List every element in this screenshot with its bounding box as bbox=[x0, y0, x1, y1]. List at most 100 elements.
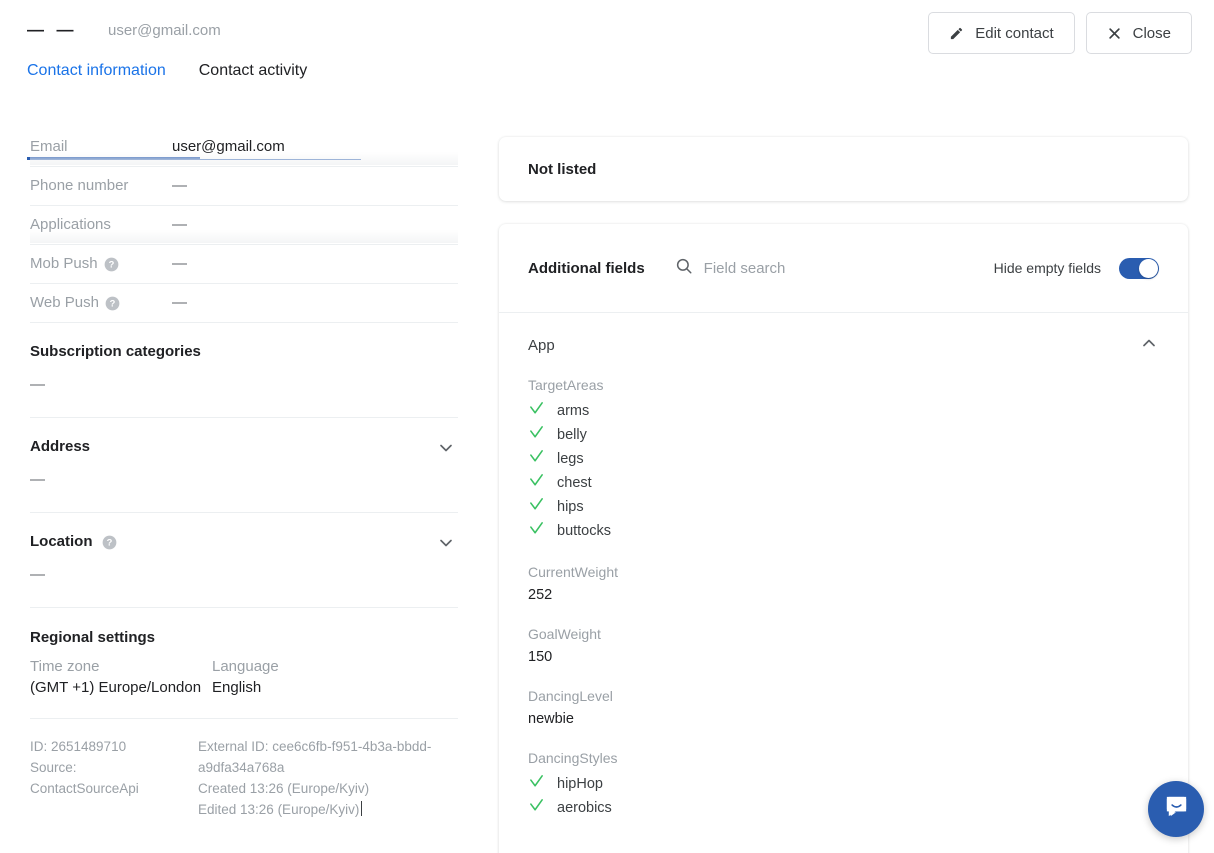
field-label-phone-number-text: Phone number bbox=[30, 177, 129, 194]
list-item-label: aerobics bbox=[557, 799, 612, 816]
hide-empty-fields-control: Hide empty fields bbox=[993, 257, 1159, 279]
field-value-phone-number: — bbox=[172, 177, 187, 194]
last-name-placeholder: — bbox=[56, 20, 74, 39]
section-title-location-text: Location bbox=[30, 533, 93, 550]
first-name-placeholder: — bbox=[27, 20, 45, 39]
section-value-address: — bbox=[30, 471, 45, 488]
list-item: legs bbox=[528, 448, 1159, 469]
help-icon[interactable]: ? bbox=[104, 257, 119, 272]
list-item: chest bbox=[528, 472, 1159, 493]
field-value-mob-push: — bbox=[172, 255, 187, 272]
language-value: English bbox=[212, 679, 262, 696]
additional-fields-header: Additional fields Field search Hide empt… bbox=[499, 224, 1188, 313]
chevron-down-icon[interactable] bbox=[436, 533, 456, 558]
additional-fields-card: Additional fields Field search Hide empt… bbox=[499, 224, 1188, 853]
attribute-value: 252 bbox=[528, 587, 553, 603]
section-subscription-categories: Subscription categories — bbox=[30, 323, 458, 418]
contact-fields-panel: Not listed Additional fields Field searc… bbox=[499, 137, 1188, 853]
attribute-key: TargetAreas bbox=[528, 377, 604, 393]
pencil-icon bbox=[949, 26, 964, 41]
list-item-label: chest bbox=[557, 474, 592, 491]
help-icon[interactable]: ? bbox=[105, 296, 120, 311]
field-value-email: user@gmail.com bbox=[172, 138, 285, 155]
attribute-value: newbie bbox=[528, 711, 574, 727]
list-item-label: hips bbox=[557, 498, 584, 515]
field-row-phone-number: Phone number — bbox=[30, 167, 458, 206]
field-label-mob-push-text: Mob Push bbox=[30, 255, 98, 272]
field-group-name: App bbox=[528, 336, 555, 354]
list-item: belly bbox=[528, 424, 1159, 445]
field-label-applications: Applications bbox=[30, 206, 172, 233]
list-item: buttocks bbox=[528, 520, 1159, 541]
tab-contact-information[interactable]: Contact information bbox=[27, 62, 166, 94]
svg-text:?: ? bbox=[110, 299, 116, 309]
section-regional-settings: Regional settings Time zone (GMT +1) Eur… bbox=[30, 608, 458, 719]
chevron-down-icon[interactable] bbox=[436, 438, 456, 463]
attribute-key: DancingStyles bbox=[528, 750, 618, 766]
list-item-label: arms bbox=[557, 402, 590, 419]
field-label-applications-text: Applications bbox=[30, 216, 111, 233]
attribute-key: DancingLevel bbox=[528, 688, 613, 704]
list-item: hips bbox=[528, 496, 1159, 517]
attribute-dancing-level: DancingLevel newbie bbox=[528, 688, 1159, 727]
check-icon bbox=[528, 520, 545, 541]
field-value-applications: — bbox=[172, 216, 187, 233]
list-item-label: buttocks bbox=[557, 522, 611, 539]
field-label-web-push-text: Web Push bbox=[30, 294, 99, 311]
not-listed-title: Not listed bbox=[528, 160, 597, 178]
chevron-up-icon[interactable] bbox=[1139, 333, 1159, 358]
check-icon bbox=[528, 400, 545, 421]
chat-bubble-icon bbox=[1163, 793, 1190, 825]
close-label: Close bbox=[1132, 24, 1171, 42]
field-label-email: Email bbox=[30, 128, 172, 155]
chat-launcher-button[interactable] bbox=[1148, 781, 1204, 837]
metadata-external-id: External ID: cee6c6fb-f951-4b3a-bbdd-a9d… bbox=[198, 739, 432, 775]
field-search-placeholder: Field search bbox=[703, 259, 786, 277]
section-location: Location ? — bbox=[30, 513, 458, 608]
attribute-value: 150 bbox=[528, 649, 553, 665]
list-item: hipHop bbox=[528, 773, 1159, 794]
field-row-web-push: Web Push ? — bbox=[30, 284, 458, 323]
section-title-subscription-categories: Subscription categories bbox=[30, 343, 201, 360]
check-icon bbox=[528, 424, 545, 445]
close-button[interactable]: Close bbox=[1085, 12, 1192, 54]
check-icon bbox=[528, 448, 545, 469]
contact-details-panel: Email user@gmail.com Phone number — Appl… bbox=[30, 128, 458, 821]
additional-fields-title: Additional fields bbox=[528, 259, 645, 277]
contact-metadata: ID: 2651489710 Source: ContactSourceApi … bbox=[30, 719, 458, 821]
language-label: Language bbox=[212, 658, 279, 675]
svg-text:?: ? bbox=[108, 260, 114, 270]
metadata-source-label: Source: bbox=[30, 759, 77, 775]
contact-email-subtitle: user@gmail.com bbox=[108, 21, 221, 39]
field-search[interactable]: Field search bbox=[675, 257, 786, 280]
field-group-header-app[interactable]: App bbox=[499, 313, 1188, 377]
attribute-dancing-styles: DancingStyles hipHop aerobics bbox=[528, 750, 1159, 818]
timezone-label: Time zone bbox=[30, 658, 100, 675]
help-icon[interactable]: ? bbox=[102, 535, 117, 550]
svg-text:?: ? bbox=[106, 538, 112, 548]
field-value-web-push: — bbox=[172, 294, 187, 311]
list-item: aerobics bbox=[528, 797, 1159, 818]
close-icon bbox=[1107, 26, 1122, 41]
hide-empty-fields-label: Hide empty fields bbox=[993, 260, 1101, 276]
list-item-label: hipHop bbox=[557, 775, 603, 792]
list-item-label: legs bbox=[557, 450, 584, 467]
toggle-knob bbox=[1139, 258, 1158, 278]
field-label-email-text: Email bbox=[30, 138, 68, 155]
section-title-location: Location ? bbox=[30, 533, 458, 550]
regional-settings-title: Regional settings bbox=[30, 629, 156, 646]
tab-contact-activity[interactable]: Contact activity bbox=[199, 62, 307, 94]
edit-contact-button[interactable]: Edit contact bbox=[928, 12, 1075, 54]
hide-empty-fields-toggle[interactable] bbox=[1119, 257, 1159, 279]
list-item: arms bbox=[528, 400, 1159, 421]
not-listed-card: Not listed bbox=[499, 137, 1188, 201]
metadata-edited: Edited 13:26 (Europe/Kyiv) bbox=[198, 800, 363, 821]
field-label-mob-push: Mob Push ? bbox=[30, 245, 172, 272]
list-item-label: belly bbox=[557, 426, 587, 443]
section-value-subscription-categories: — bbox=[30, 376, 45, 393]
section-title-address: Address bbox=[30, 438, 91, 455]
regional-language: Language English bbox=[212, 658, 394, 696]
check-icon bbox=[528, 797, 545, 818]
header-actions: Edit contact Close bbox=[928, 12, 1192, 54]
field-row-applications: Applications — bbox=[30, 206, 458, 245]
